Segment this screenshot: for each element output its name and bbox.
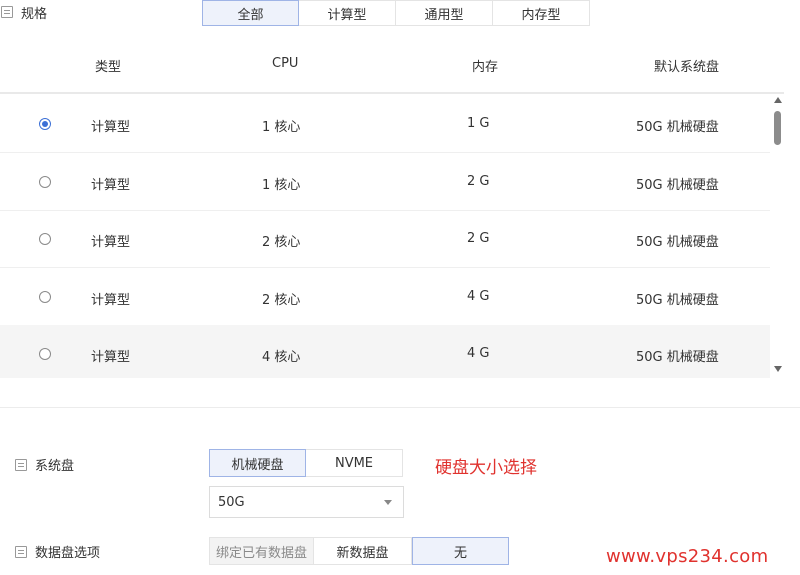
tab-no-data-disk[interactable]: 无	[412, 537, 509, 565]
system-disk-type-tabs: 机械硬盘 NVME	[209, 449, 403, 477]
tab-bind-existing-disk[interactable]: 绑定已有数据盘	[209, 537, 314, 565]
cell-type: 计算型	[91, 235, 131, 250]
table-row[interactable]: 计算型 4 核心 4 G 50G 机械硬盘	[0, 325, 770, 378]
cell-type: 计算型	[91, 350, 131, 365]
spec-section-header: 规格	[0, 0, 47, 24]
table-row[interactable]: 计算型 1 核心 1 G 50G 机械硬盘	[0, 95, 770, 153]
cell-memory: 4 G	[467, 346, 490, 361]
data-disk-option-tabs: 绑定已有数据盘 新数据盘 无	[209, 537, 509, 565]
spec-table-body: 计算型 1 核心 1 G 50G 机械硬盘 计算型 1 核心 2 G 50G 机…	[0, 95, 770, 378]
spec-label: 规格	[21, 6, 48, 22]
watermark: www.vps234.com	[606, 546, 769, 567]
cell-type: 计算型	[91, 293, 131, 308]
cell-disk: 50G 机械硬盘	[636, 293, 719, 308]
cell-disk: 50G 机械硬盘	[636, 120, 719, 135]
table-row[interactable]: 计算型 2 核心 4 G 50G 机械硬盘	[0, 268, 770, 326]
tab-all[interactable]: 全部	[202, 0, 299, 26]
disk-size-annotation: 硬盘大小选择	[435, 458, 537, 478]
tab-memory[interactable]: 内存型	[493, 0, 590, 26]
row-radio-selected[interactable]	[39, 118, 51, 130]
system-disk-label: 系统盘	[35, 459, 75, 474]
tab-compute[interactable]: 计算型	[299, 0, 396, 26]
scroll-up-arrow-icon[interactable]	[774, 97, 782, 103]
cell-disk: 50G 机械硬盘	[636, 178, 719, 193]
column-header-cpu: CPU	[272, 56, 299, 71]
cell-cpu: 1 核心	[262, 120, 301, 135]
cell-memory: 4 G	[467, 289, 490, 304]
table-row[interactable]: 计算型 1 核心 2 G 50G 机械硬盘	[0, 153, 770, 211]
spec-table-header: 类型 CPU 内存 默认系统盘	[0, 40, 784, 94]
cell-memory: 2 G	[467, 231, 490, 246]
column-header-type: 类型	[95, 60, 122, 75]
disk-size-select[interactable]: 50G	[209, 486, 404, 518]
tab-hdd[interactable]: 机械硬盘	[209, 449, 306, 477]
table-scrollbar[interactable]	[771, 95, 785, 378]
scrollbar-thumb[interactable]	[774, 111, 781, 145]
list-icon	[15, 458, 27, 471]
chevron-down-icon	[384, 500, 392, 505]
cell-memory: 2 G	[467, 174, 490, 189]
tab-general[interactable]: 通用型	[396, 0, 493, 26]
cell-cpu: 2 核心	[262, 293, 301, 308]
table-row[interactable]: 计算型 2 核心 2 G 50G 机械硬盘	[0, 210, 770, 268]
cell-type: 计算型	[91, 120, 131, 135]
cell-disk: 50G 机械硬盘	[636, 350, 719, 365]
tab-new-data-disk[interactable]: 新数据盘	[314, 537, 412, 565]
data-disk-label-group: 数据盘选项	[14, 542, 100, 561]
row-radio[interactable]	[39, 348, 51, 360]
cell-memory: 1 G	[467, 116, 490, 131]
column-header-disk: 默认系统盘	[654, 60, 720, 75]
row-radio[interactable]	[39, 291, 51, 303]
row-radio[interactable]	[39, 176, 51, 188]
system-disk-label-group: 系统盘	[14, 455, 74, 474]
list-icon	[15, 545, 27, 558]
cell-cpu: 2 核心	[262, 235, 301, 250]
tab-nvme[interactable]: NVME	[306, 449, 403, 477]
disk-size-value: 50G	[218, 495, 245, 510]
cell-cpu: 4 核心	[262, 350, 301, 365]
column-header-memory: 内存	[472, 60, 499, 75]
cell-disk: 50G 机械硬盘	[636, 235, 719, 250]
row-radio[interactable]	[39, 233, 51, 245]
cell-type: 计算型	[91, 178, 131, 193]
list-icon	[1, 6, 13, 18]
section-divider	[0, 407, 800, 408]
spec-filter-tabs: 全部 计算型 通用型 内存型	[202, 0, 590, 26]
data-disk-label: 数据盘选项	[35, 546, 101, 561]
cell-cpu: 1 核心	[262, 178, 301, 193]
scroll-down-arrow-icon[interactable]	[774, 366, 782, 372]
